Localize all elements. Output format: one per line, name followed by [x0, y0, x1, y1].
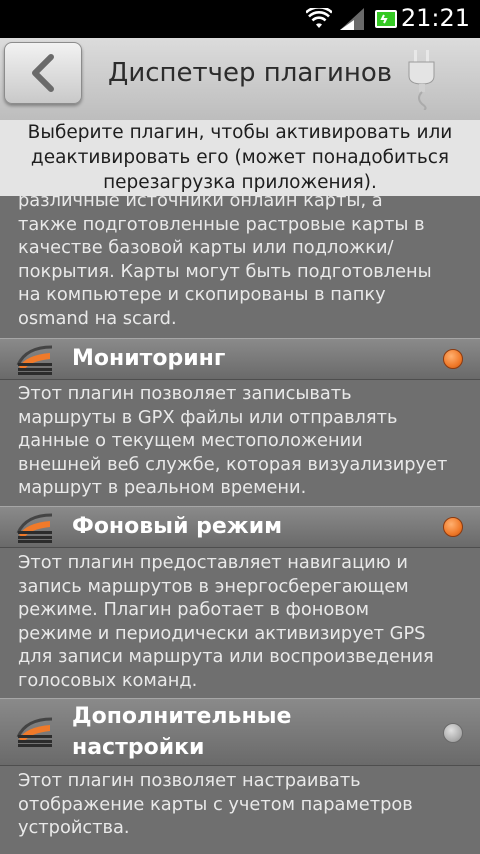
plugin-title-line: настройки	[72, 735, 205, 760]
desc-line: запись маршрутов в энергосберегающем	[18, 575, 409, 597]
plugin-enabled-indicator[interactable]	[443, 349, 463, 369]
desc-line: голосовых команд.	[18, 669, 198, 691]
page-title: Диспетчер плагинов	[108, 58, 393, 88]
plugin-title: Фоновый режим	[72, 514, 283, 539]
header-bar: Диспетчер плагинов	[0, 38, 480, 121]
plugin-description: Этот плагин позволяет настраивать отобра…	[18, 769, 468, 840]
battery-icon	[375, 10, 397, 28]
hint-banner: Выберите плагин, чтобы активировать или …	[0, 120, 480, 196]
desc-line: osmand на scard.	[18, 307, 177, 329]
plugin-title: Мониторинг	[72, 346, 226, 371]
wifi-icon	[306, 8, 332, 28]
desc-line: для записи маршрута или воспроизведения	[18, 646, 434, 667]
plugin-title: Дополнительные настройки	[72, 701, 291, 763]
plugin-description-online-maps: различные источники онлайн карты, а такж…	[18, 196, 468, 330]
plugin-description: Этот плагин предоставляет навигацию и за…	[18, 551, 468, 692]
desc-line: Этот плагин позволяет записывать	[18, 383, 352, 404]
plugin-title-line: Дополнительные	[72, 704, 292, 729]
desc-line: покрытия. Карты могут быть подготовлены	[18, 260, 432, 282]
desc-line: также подготовленные растровые карты в	[18, 213, 425, 235]
desc-line: Этот плагин предоставляет навигацию и	[18, 552, 408, 573]
plugin-item-background-mode[interactable]: Фоновый режим	[0, 506, 480, 548]
plugin-item-monitoring[interactable]: Мониторинг	[0, 338, 480, 380]
desc-line: устройства.	[18, 817, 130, 838]
plugin-list[interactable]: различные источники онлайн карты, а такж…	[0, 196, 480, 854]
status-time: 21:21	[400, 4, 470, 32]
desc-line: Этот плагин позволяет настраивать	[18, 770, 361, 791]
plugin-description: Этот плагин позволяет записывать маршрут…	[18, 382, 468, 500]
status-bar: 21:21	[0, 0, 480, 38]
signal-icon	[340, 8, 364, 30]
desc-line: различные источники онлайн карты, а	[18, 196, 383, 211]
desc-line: режиме и периодически активизирует GPS	[18, 622, 426, 644]
hint-line-3: перезагрузка приложения).	[103, 172, 377, 193]
desc-line: данные о текущем местоположении	[18, 430, 363, 451]
desc-line: на компьютере и скопированы в папку	[18, 284, 386, 305]
desc-line: режиме. Плагин работает в фоновом	[18, 599, 369, 620]
desc-line: внешней веб службе, которая визуализируе…	[18, 453, 448, 475]
desc-line: отображение карты с учетом параметров	[18, 793, 413, 815]
plug-icon	[408, 50, 435, 110]
plugin-enabled-indicator[interactable]	[443, 517, 463, 537]
plugin-icon	[16, 345, 53, 375]
plugin-enabled-indicator[interactable]	[443, 723, 463, 743]
back-button[interactable]	[4, 42, 82, 104]
hint-line-2: деактивировать его (может понадобиться	[30, 147, 450, 168]
hint-line-1: Выберите плагин, чтобы активировать или	[27, 122, 453, 143]
back-arrow-icon	[32, 54, 54, 92]
plugin-icon	[16, 513, 53, 543]
desc-line: маршруты в GPX файлы или отправлять	[18, 406, 398, 428]
plugin-item-advanced-settings[interactable]: Дополнительные настройки	[0, 698, 480, 766]
desc-line: качестве базовой карты или подложки/	[18, 237, 394, 258]
desc-line: маршрут в реальном времени.	[18, 477, 307, 498]
plugin-icon	[16, 717, 53, 747]
